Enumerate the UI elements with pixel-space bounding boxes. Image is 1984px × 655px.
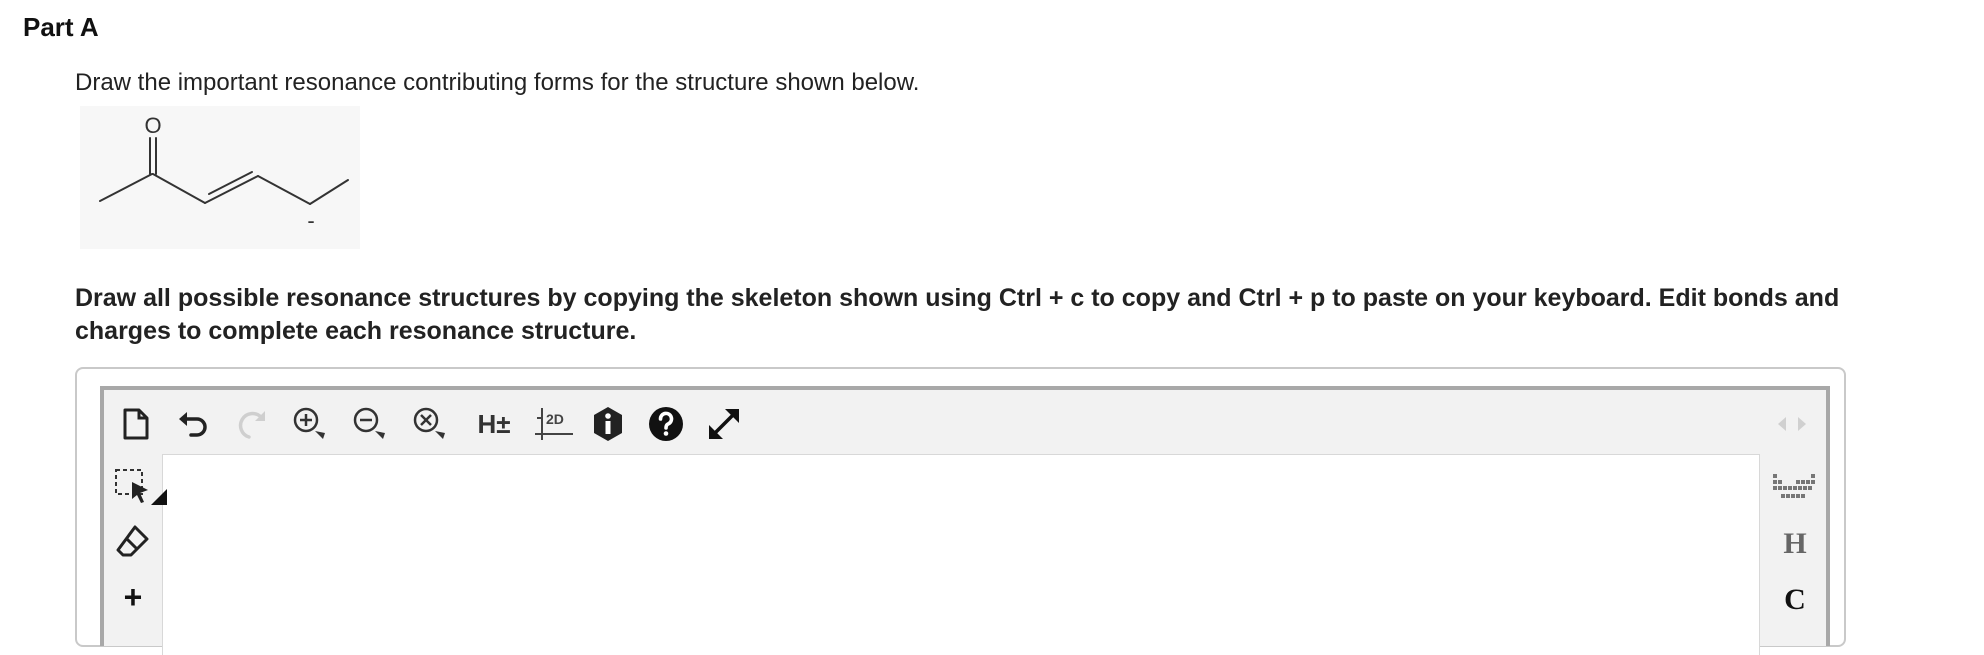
hydrogen-toggle-label: H± bbox=[477, 408, 511, 439]
clean-2d-label: 2D bbox=[546, 411, 564, 427]
undo-icon[interactable] bbox=[174, 404, 214, 444]
charge-label: - bbox=[307, 208, 314, 233]
new-document-icon[interactable] bbox=[116, 404, 156, 444]
left-right-arrows-icon[interactable] bbox=[1764, 404, 1820, 444]
selection-icon[interactable] bbox=[114, 468, 152, 506]
info-icon[interactable] bbox=[588, 404, 628, 444]
hydrogen-toggle-icon[interactable]: H± bbox=[470, 404, 518, 444]
molecule-skeleton: O - bbox=[99, 113, 349, 233]
sketcher-frame: H± 2D + H C bbox=[100, 386, 1830, 655]
carbon-element-button[interactable]: C bbox=[1770, 580, 1820, 620]
hydrogen-element-button[interactable]: H bbox=[1770, 524, 1820, 564]
carbon-element-label: C bbox=[1784, 583, 1806, 616]
plus-charge-tool[interactable]: + bbox=[114, 578, 152, 616]
bond-carbonyl-alkene bbox=[152, 173, 206, 204]
zoom-in-icon[interactable] bbox=[290, 404, 330, 444]
fullscreen-icon[interactable] bbox=[704, 404, 744, 444]
bond-methyl-carbonyl bbox=[99, 173, 153, 202]
periodic-table-icon[interactable] bbox=[1770, 468, 1820, 508]
drawing-canvas[interactable] bbox=[151, 454, 1760, 655]
bond-carbanion-methyl bbox=[309, 179, 349, 205]
molecule-structure: O - bbox=[80, 106, 360, 249]
hydrogen-element-label: H bbox=[1783, 527, 1807, 560]
redo-icon[interactable] bbox=[232, 404, 272, 444]
clean-2d-icon[interactable]: 2D bbox=[532, 404, 576, 444]
zoom-out-icon[interactable] bbox=[350, 404, 390, 444]
bond-alkene-double-1 bbox=[204, 175, 259, 204]
part-title: Part A bbox=[23, 12, 99, 42]
instruction-text: Draw all possible resonance structures b… bbox=[75, 284, 1840, 345]
bond-alkene-carbanion bbox=[257, 175, 311, 205]
oxygen-label: O bbox=[144, 113, 161, 138]
help-icon[interactable] bbox=[646, 404, 686, 444]
resize-corner-icon bbox=[151, 489, 167, 505]
eraser-icon[interactable] bbox=[114, 522, 152, 560]
question-prompt: Draw the important resonance contributin… bbox=[75, 69, 920, 96]
plus-charge-label: + bbox=[123, 578, 143, 615]
sketcher-toolbar: H± 2D bbox=[104, 390, 1826, 454]
zoom-reset-icon[interactable] bbox=[410, 404, 450, 444]
